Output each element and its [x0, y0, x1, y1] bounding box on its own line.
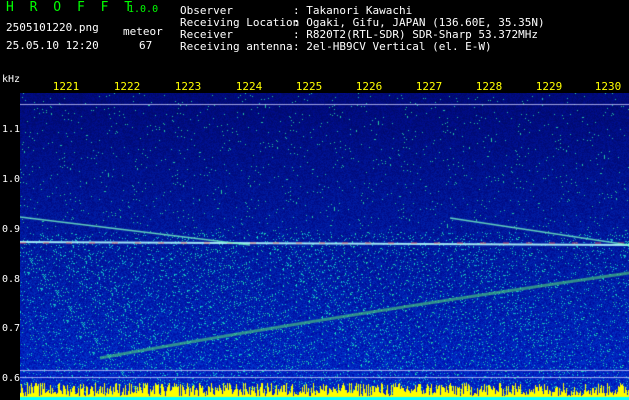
time-tick-label: 1226	[355, 80, 383, 93]
meteor-count: 67	[139, 39, 153, 52]
hrofft-window: H R O F F T 1.0.0 2505101220.png meteor …	[0, 0, 629, 400]
time-tick-label: 1230	[594, 80, 622, 93]
time-tick-label: 1223	[174, 80, 202, 93]
unit-label: kHz	[2, 74, 21, 85]
image-filename: 2505101220.png	[6, 21, 99, 34]
freq-tick-label: 0.6	[2, 373, 21, 384]
time-tick-label: 1227	[415, 80, 443, 93]
spectrogram-canvas	[20, 93, 629, 400]
spectrogram-plot	[20, 93, 629, 400]
capture-datetime: 25.05.10 12:20	[6, 39, 99, 52]
freq-tick-label: 1.0	[2, 174, 21, 185]
time-tick-label: 1229	[535, 80, 563, 93]
info-value-antenna: : 2el-HB9CV Vertical (el. E-W)	[293, 40, 492, 53]
time-tick-label: 1228	[475, 80, 503, 93]
time-tick-label: 1222	[113, 80, 141, 93]
info-label-antenna: Receiving antenna	[180, 40, 293, 53]
app-logo: H R O F F T	[6, 0, 137, 15]
time-tick-label: 1224	[235, 80, 263, 93]
freq-tick-label: 0.7	[2, 323, 21, 334]
station-info: Observer : Takanori Kawachi Receiving Lo…	[172, 0, 629, 56]
freq-tick-label: 0.9	[2, 224, 21, 235]
time-tick-label: 1225	[295, 80, 323, 93]
time-tick-label: 1221	[52, 80, 80, 93]
freq-tick-label: 0.8	[2, 274, 21, 285]
app-version: 1.0.0	[128, 4, 159, 15]
freq-tick-label: 1.1	[2, 124, 21, 135]
count-label: meteor	[123, 25, 163, 38]
